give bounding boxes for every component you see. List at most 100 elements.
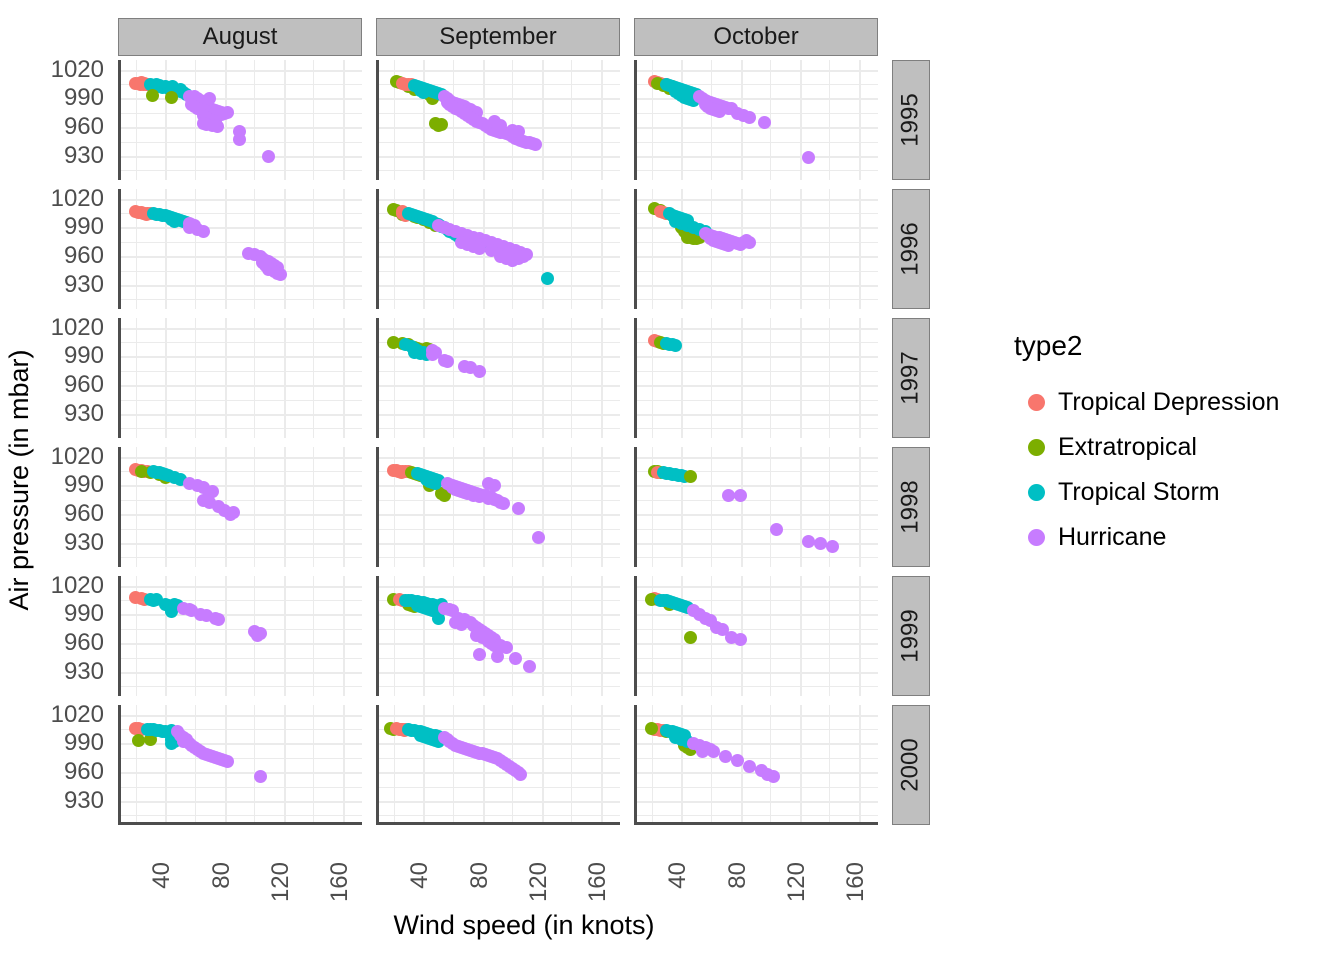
panel-plot-area [121,60,362,180]
legend-key-swatch [1014,529,1058,546]
gridline-minor-vertical [452,189,454,309]
data-point [449,615,463,629]
gridline-minor-vertical [313,60,315,180]
gridline-major-vertical [681,447,684,567]
data-point [145,89,159,103]
gridline-major-horizontal [637,356,878,359]
gridline-minor-vertical [571,576,573,696]
gridline-minor-vertical [710,705,712,822]
gridline-major-horizontal [121,801,362,803]
row-strip-2000: 2000 [892,705,930,825]
legend-key-swatch [1014,484,1058,501]
data-point [210,119,224,133]
y-tick-label: 930 [63,271,104,298]
gridline-minor-vertical [770,189,772,309]
gridline-major-horizontal [379,198,620,201]
gridline-minor-vertical [194,60,196,180]
gridline-minor-horizontal [379,628,620,630]
y-tick-label: 990 [63,84,104,112]
gridline-minor-horizontal [637,370,878,372]
data-point [683,470,697,484]
gridline-minor-horizontal [637,141,878,143]
legend-item-extratropical[interactable]: Extratropical [1014,425,1334,470]
gridline-major-vertical [799,447,802,567]
gridline-major-horizontal [637,127,878,130]
gridline-minor-vertical [829,705,831,822]
gridline-minor-horizontal [379,528,620,530]
panel-plot-area [637,447,878,567]
data-point [164,605,178,619]
y-tick-label: 1020 [50,571,104,599]
gridline-minor-horizontal [379,141,620,143]
legend: type2 Tropical Depression Extratropical Tr… [1014,330,1334,560]
y-tick-label: 930 [63,529,104,556]
gridline-minor-vertical [254,60,256,180]
panel-september-1996 [376,189,620,309]
panel-plot-area [121,576,362,696]
gridline-major-horizontal [637,256,878,259]
facet-row-2000: 2000 [118,705,930,825]
panel-plot-area [121,189,362,309]
x-tick-label: 160 [841,862,869,903]
gridline-major-horizontal [637,156,878,158]
legend-color-dot-icon [1027,394,1045,411]
legend-item-tropical-depression[interactable]: Tropical Depression [1014,380,1334,425]
x-axis-title: Wind speed (in knots) [393,910,655,940]
gridline-major-vertical [541,60,544,180]
data-point [220,755,234,769]
facet-grid: August September October 1995 1996 1997 1998 1… [118,18,930,856]
data-point [734,632,747,646]
gridline-major-vertical [283,318,286,438]
x-tick-label: 160 [583,862,611,903]
gridline-major-vertical [740,447,743,567]
gridline-minor-vertical [452,576,454,696]
data-point [734,488,747,502]
panel-october-1996 [634,189,878,309]
gridline-major-horizontal [379,772,620,775]
legend-item-tropical-storm[interactable]: Tropical Storm [1014,470,1334,515]
gridline-major-horizontal [379,98,620,101]
legend-key-swatch [1014,394,1058,411]
column-strip-september: September [376,18,620,56]
gridline-major-horizontal [379,614,620,617]
data-point [167,215,181,229]
legend-item-hurricane[interactable]: Hurricane [1014,515,1334,560]
data-point [802,534,816,548]
gridline-major-horizontal [379,327,620,330]
y-tick-label: 1020 [50,700,104,728]
panel-october-1995 [634,60,878,180]
gridline-major-vertical [799,318,802,438]
row-strip-1996: 1996 [892,189,930,309]
gridline-minor-vertical [452,318,454,438]
gridline-major-horizontal [121,485,362,488]
gridline-major-vertical [423,447,426,567]
gridline-major-vertical [342,60,345,180]
gridline-major-vertical [541,189,544,309]
data-point [668,339,682,353]
y-tick-label: 960 [63,758,104,786]
y-tick-label: 1020 [50,313,104,341]
gridline-major-horizontal [637,801,878,803]
y-axis-title: Air pressure (in mbar) [4,349,34,611]
gridline-major-vertical [342,189,345,309]
gridline-major-vertical [482,705,485,822]
row-strip-label: 1998 [897,480,925,534]
panel-october-2000 [634,705,878,825]
gridline-major-vertical [600,447,603,567]
gridline-major-horizontal [637,327,878,330]
gridline-minor-horizontal [637,557,878,559]
panel-september-1999 [376,576,620,696]
x-tick-label: 80 [207,862,235,889]
gridline-major-horizontal [121,714,362,717]
gridline-major-horizontal [637,485,878,488]
gridline-minor-horizontal [379,112,620,114]
gridline-major-vertical [799,705,802,822]
y-tick-label: 1020 [50,55,104,83]
gridline-major-horizontal [637,69,878,72]
gridline-minor-horizontal [121,170,362,172]
gridline-minor-horizontal [121,241,362,243]
data-point [813,536,827,550]
gridline-major-vertical [681,189,684,309]
gridline-minor-vertical [512,318,514,438]
gridline-minor-horizontal [637,170,878,172]
